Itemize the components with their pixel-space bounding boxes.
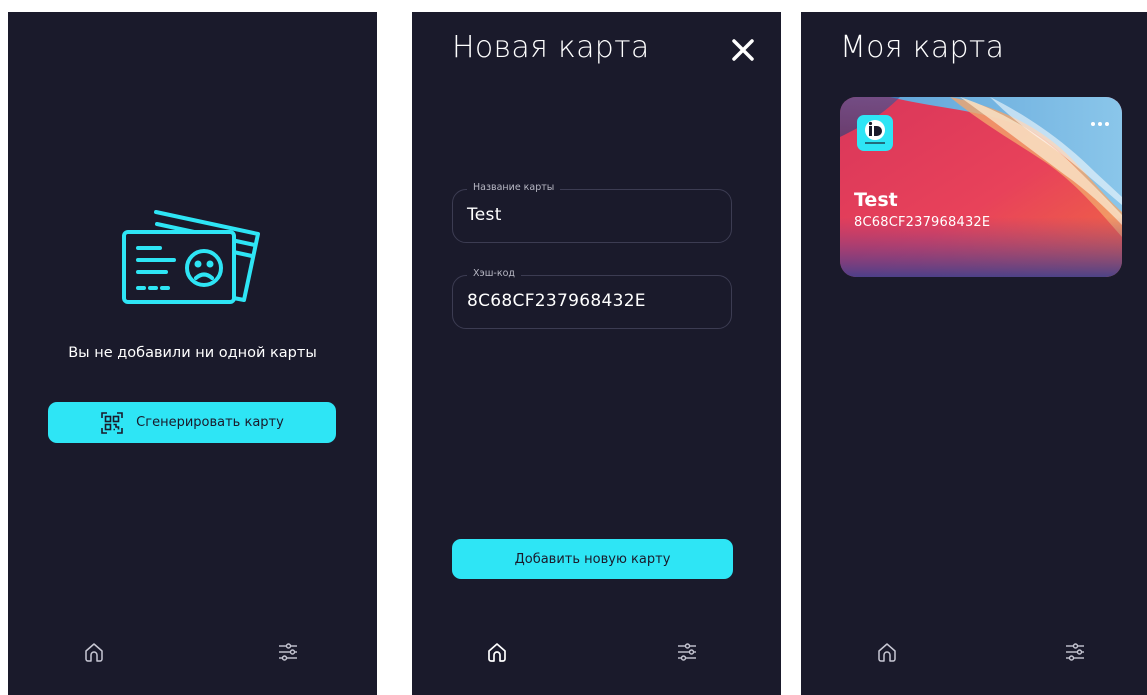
card-name-label: Название карты	[467, 182, 561, 193]
hash-code-field[interactable]: Хэш-код 8C68CF237968432E	[452, 268, 732, 329]
id-logo-icon	[865, 120, 885, 144]
card-logo	[857, 115, 893, 151]
qr-code-icon	[101, 411, 123, 434]
screen-empty-state: Вы не добавили ни одной карты Сгенериров…	[8, 12, 377, 695]
sad-id-card-icon	[122, 210, 260, 304]
home-icon[interactable]	[875, 640, 899, 664]
id-card[interactable]: Test 8C68CF237968432E	[840, 97, 1122, 277]
card-name-value: Test	[467, 205, 502, 225]
card-hash: 8C68CF237968432E	[854, 215, 991, 230]
card-name-field[interactable]: Название карты Test	[452, 182, 732, 243]
home-icon[interactable]	[485, 640, 509, 664]
close-icon[interactable]	[729, 36, 757, 64]
page-title: Новая карта	[452, 30, 650, 65]
hash-code-value: 8C68CF237968432E	[467, 291, 646, 311]
home-icon[interactable]	[82, 640, 106, 664]
generate-card-button[interactable]: Сгенерировать карту	[48, 402, 336, 443]
sliders-icon[interactable]	[1063, 640, 1087, 664]
more-dots-icon[interactable]	[1088, 117, 1112, 131]
add-new-card-button[interactable]: Добавить новую карту	[452, 539, 733, 579]
sliders-icon[interactable]	[675, 640, 699, 664]
sliders-icon[interactable]	[276, 640, 300, 664]
generate-card-label: Сгенерировать карту	[136, 415, 284, 430]
screen-my-card: Моя карта Test 8C68CF237968432E	[801, 12, 1147, 695]
hash-code-label: Хэш-код	[467, 268, 521, 279]
page-title: Моя карта	[840, 30, 1005, 65]
empty-message: Вы не добавили ни одной карты	[68, 345, 317, 361]
screen-new-card: Новая карта Название карты Test Хэш-код …	[412, 12, 781, 695]
card-name: Test	[854, 189, 898, 211]
